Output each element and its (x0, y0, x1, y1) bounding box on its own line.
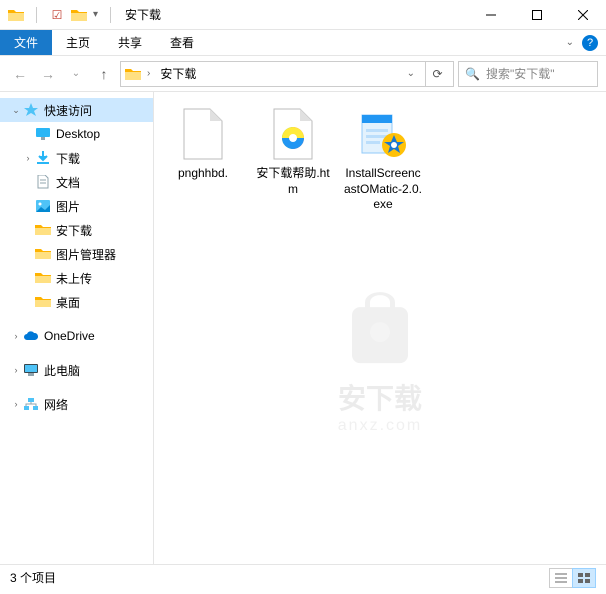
folder-icon (34, 270, 52, 286)
document-icon (34, 174, 52, 190)
sidebar-item-label: OneDrive (44, 329, 95, 343)
tab-share[interactable]: 共享 (104, 30, 156, 55)
sidebar-item-label: 图片管理器 (56, 246, 116, 263)
titlebar: ☑ ▾ 安下载 (0, 0, 606, 30)
sidebar-item-label: 此电脑 (44, 362, 80, 379)
help-icon[interactable]: ? (582, 35, 598, 51)
folder-icon (125, 67, 141, 81)
star-icon (22, 102, 40, 118)
sidebar-quick-access[interactable]: ⌄ 快速访问 (0, 98, 153, 122)
view-details-button[interactable] (549, 568, 573, 588)
folder-icon[interactable] (71, 8, 87, 22)
sidebar-item-documents[interactable]: › 文档 (0, 170, 153, 194)
sidebar-network[interactable]: › 网络 (0, 392, 153, 416)
sidebar-item-label: 桌面 (56, 294, 80, 311)
sidebar-item-picmgr[interactable]: › 图片管理器 (0, 242, 153, 266)
sidebar-item-label: 安下载 (56, 222, 92, 239)
sidebar-item-label: 文档 (56, 174, 80, 191)
status-item-count: 3 个项目 (10, 569, 56, 586)
pc-icon (22, 362, 40, 378)
search-placeholder: 搜索"安下载" (486, 65, 555, 82)
sidebar-item-label: Desktop (56, 127, 100, 141)
search-input[interactable]: 🔍 搜索"安下载" (458, 61, 598, 87)
file-item[interactable]: pnghhbd. (162, 102, 244, 186)
sidebar-item-anxz[interactable]: › 安下载 (0, 218, 153, 242)
search-icon: 🔍 (465, 67, 480, 81)
navigation-bar: ← → ⌄ ↑ › 安下载 ⌄ ⟳ 🔍 搜索"安下载" (0, 56, 606, 92)
breadcrumb[interactable]: 安下载 (156, 65, 200, 82)
qat-dropdown-icon[interactable]: ▾ (93, 9, 98, 20)
file-label: 安下载帮助.htm (252, 166, 334, 197)
close-button[interactable] (560, 0, 606, 30)
tab-file[interactable]: 文件 (0, 30, 52, 55)
tab-home[interactable]: 主页 (52, 30, 104, 55)
sidebar-item-label: 未上传 (56, 270, 92, 287)
status-bar: 3 个项目 (0, 564, 606, 590)
sidebar-item-label: 网络 (44, 396, 68, 413)
sidebar-item-pictures[interactable]: › 图片 (0, 194, 153, 218)
file-html-icon (265, 106, 321, 162)
file-installer-icon (355, 106, 411, 162)
download-icon (34, 150, 52, 166)
sidebar: ⌄ 快速访问 › Desktop › 下载 › 文档 › 图片 › 安下载 (0, 92, 154, 564)
expand-ribbon-icon[interactable]: ⌄ (566, 37, 574, 48)
file-label: pnghhbd. (178, 166, 228, 182)
sidebar-item-desktop2[interactable]: › 桌面 (0, 290, 153, 314)
sidebar-item-label: 下载 (56, 150, 80, 167)
sidebar-item-downloads[interactable]: › 下载 (0, 146, 153, 170)
watermark: 安下载 anxz.com (335, 282, 425, 435)
back-button[interactable]: ← (8, 62, 32, 86)
cloud-icon (22, 328, 40, 344)
sidebar-item-notuploaded[interactable]: › 未上传 (0, 266, 153, 290)
up-button[interactable]: ↑ (92, 62, 116, 86)
ribbon-tabs: 文件 主页 共享 查看 ⌄ ? (0, 30, 606, 56)
folder-icon (34, 246, 52, 262)
file-generic-icon (175, 106, 231, 162)
maximize-button[interactable] (514, 0, 560, 30)
folder-icon (34, 294, 52, 310)
history-dropdown-icon[interactable]: ⌄ (64, 62, 88, 86)
folder-icon (8, 8, 24, 22)
sidebar-item-label: 图片 (56, 198, 80, 215)
check-icon[interactable]: ☑ (49, 7, 65, 23)
sidebar-item-label: 快速访问 (44, 102, 92, 119)
minimize-button[interactable] (468, 0, 514, 30)
sidebar-onedrive[interactable]: › OneDrive (0, 324, 153, 348)
file-label: InstallScreencastOMatic-2.0.exe (342, 166, 424, 213)
window-title: 安下载 (125, 6, 161, 23)
titlebar-quick-access: ☑ ▾ (8, 7, 117, 23)
network-icon (22, 396, 40, 412)
address-dropdown-icon[interactable]: ⌄ (403, 68, 419, 79)
tab-view[interactable]: 查看 (156, 30, 208, 55)
refresh-button[interactable]: ⟳ (425, 62, 449, 86)
file-item[interactable]: 安下载帮助.htm (252, 102, 334, 201)
address-bar[interactable]: › 安下载 ⌄ ⟳ (120, 61, 454, 87)
file-list[interactable]: pnghhbd. 安下载帮助.htm (154, 92, 606, 564)
view-icons-button[interactable] (572, 568, 596, 588)
sidebar-item-desktop[interactable]: › Desktop (0, 122, 153, 146)
pictures-icon (34, 198, 52, 214)
forward-button[interactable]: → (36, 62, 60, 86)
folder-icon (34, 222, 52, 238)
file-item[interactable]: InstallScreencastOMatic-2.0.exe (342, 102, 424, 217)
desktop-icon (34, 126, 52, 142)
sidebar-thispc[interactable]: › 此电脑 (0, 358, 153, 382)
chevron-right-icon[interactable]: › (147, 68, 150, 79)
